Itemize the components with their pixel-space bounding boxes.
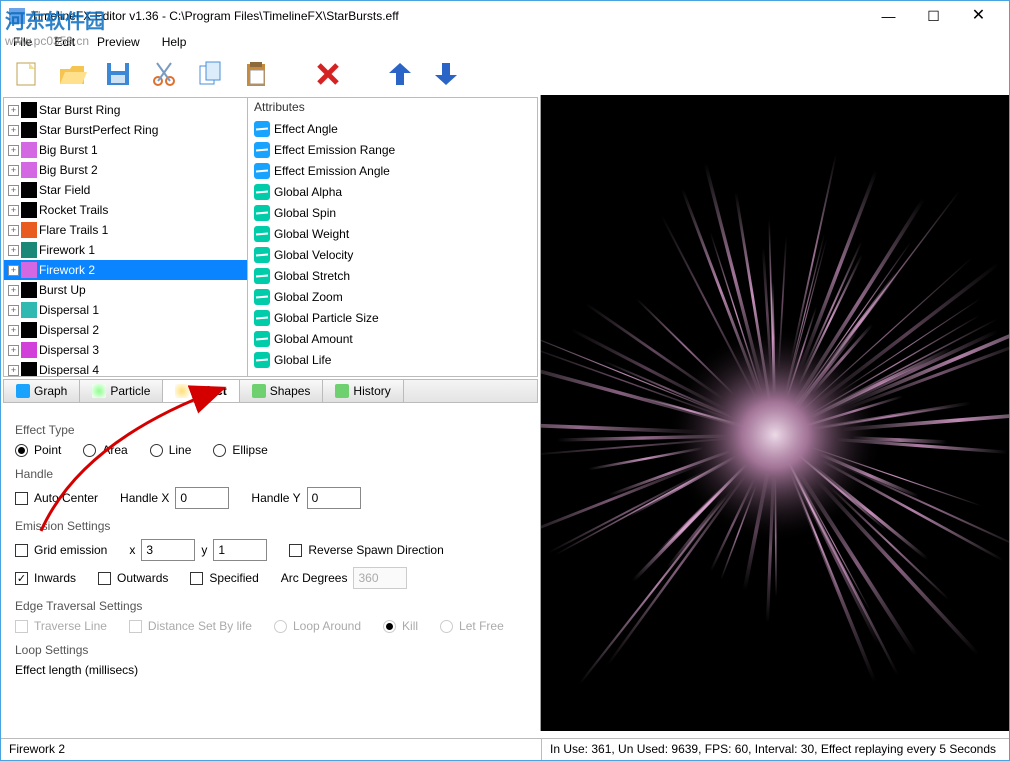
attribute-item[interactable]: Global Amount <box>248 328 537 349</box>
titlebar: TimelineFX Editor v1.36 - C:\Program Fil… <box>1 1 1009 31</box>
tab-graph[interactable]: Graph <box>4 380 80 402</box>
delete-icon[interactable] <box>313 59 343 89</box>
attribute-item[interactable]: Global Life <box>248 349 537 370</box>
input-grid-x[interactable] <box>141 539 195 561</box>
move-up-icon[interactable] <box>385 59 415 89</box>
attribute-item[interactable]: Global Zoom <box>248 286 537 307</box>
checkbox-outwards[interactable] <box>98 572 111 585</box>
preview-viewport[interactable] <box>541 95 1009 731</box>
menu-preview[interactable]: Preview <box>91 33 146 51</box>
toolbar <box>1 53 1009 95</box>
status-left: Firework 2 <box>1 739 541 760</box>
input-grid-y[interactable] <box>213 539 267 561</box>
copy-icon[interactable] <box>195 59 225 89</box>
checkbox-auto-center[interactable] <box>15 492 28 505</box>
tree-item[interactable]: +Firework 1 <box>4 240 247 260</box>
cut-icon[interactable] <box>149 59 179 89</box>
effect-type-label: Effect Type <box>15 423 526 437</box>
tree-item[interactable]: +Flare Trails 1 <box>4 220 247 240</box>
radio-loop-around <box>274 620 287 633</box>
firework-particle-preview <box>541 95 1009 731</box>
maximize-button[interactable]: ☐ <box>911 2 956 30</box>
tab-shapes[interactable]: Shapes <box>240 380 324 402</box>
tree-item[interactable]: +Big Burst 1 <box>4 140 247 160</box>
attribute-item[interactable]: Global Velocity <box>248 244 537 265</box>
attribute-item[interactable]: Global Weight <box>248 223 537 244</box>
tree-item[interactable]: +Star Burst Ring <box>4 100 247 120</box>
handle-label: Handle <box>15 467 526 481</box>
attributes-header: Attributes <box>248 98 537 118</box>
checkbox-traverse-line <box>15 620 28 633</box>
tree-item[interactable]: +Dispersal 3 <box>4 340 247 360</box>
input-arc-degrees[interactable] <box>353 567 407 589</box>
attributes-pane: Attributes Effect Angle Effect Emission … <box>248 98 537 376</box>
radio-kill <box>383 620 396 633</box>
tree-item[interactable]: +Big Burst 2 <box>4 160 247 180</box>
checkbox-grid-emission[interactable] <box>15 544 28 557</box>
attribute-item[interactable]: Global Stretch <box>248 265 537 286</box>
effect-panel: Effect Type Point Area Line Ellipse Hand… <box>1 403 540 731</box>
radio-line[interactable] <box>150 444 163 457</box>
tree-item[interactable]: +Burst Up <box>4 280 247 300</box>
attribute-item[interactable]: Global Particle Size <box>248 307 537 328</box>
open-folder-icon[interactable] <box>57 59 87 89</box>
app-icon <box>9 8 25 24</box>
radio-let-free <box>440 620 453 633</box>
menu-edit[interactable]: Edit <box>48 33 81 51</box>
checkbox-reverse-spawn[interactable] <box>289 544 302 557</box>
menu-file[interactable]: File <box>7 33 38 51</box>
edge-traversal-label: Edge Traversal Settings <box>15 599 526 613</box>
attribute-item[interactable]: Effect Emission Angle <box>248 160 537 181</box>
save-icon[interactable] <box>103 59 133 89</box>
attribute-item[interactable]: Effect Emission Range <box>248 139 537 160</box>
statusbar: Firework 2 In Use: 361, Un Used: 9639, F… <box>1 738 1009 760</box>
tree-item[interactable]: +Star Field <box>4 180 247 200</box>
paste-icon[interactable] <box>241 59 271 89</box>
tree-item[interactable]: +Dispersal 4 <box>4 360 247 376</box>
menu-help[interactable]: Help <box>156 33 193 51</box>
tab-particle[interactable]: Particle <box>80 380 163 402</box>
tab-history[interactable]: History <box>323 380 403 402</box>
tree-item[interactable]: +Dispersal 1 <box>4 300 247 320</box>
radio-area[interactable] <box>83 444 96 457</box>
emission-label: Emission Settings <box>15 519 526 533</box>
close-button[interactable]: ✕ <box>956 2 1001 30</box>
tree-item[interactable]: +Rocket Trails <box>4 200 247 220</box>
radio-point[interactable] <box>15 444 28 457</box>
new-file-icon[interactable] <box>11 59 41 89</box>
radio-ellipse[interactable] <box>213 444 226 457</box>
tree-item[interactable]: +Star BurstPerfect Ring <box>4 120 247 140</box>
loop-settings-label: Loop Settings <box>15 643 526 657</box>
tree-item[interactable]: +Dispersal 2 <box>4 320 247 340</box>
minimize-button[interactable]: — <box>866 2 911 30</box>
checkbox-distance-by-life <box>129 620 142 633</box>
window-title: TimelineFX Editor v1.36 - C:\Program Fil… <box>31 9 866 23</box>
move-down-icon[interactable] <box>431 59 461 89</box>
attribute-item[interactable]: Effect Angle <box>248 118 537 139</box>
tab-effect[interactable]: Effect <box>163 380 239 402</box>
input-handle-y[interactable] <box>307 487 361 509</box>
checkbox-inwards[interactable] <box>15 572 28 585</box>
attribute-item[interactable]: Global Alpha <box>248 181 537 202</box>
tab-row: Graph Particle Effect Shapes History <box>3 379 538 403</box>
tree-item-selected[interactable]: +Firework 2 <box>4 260 247 280</box>
checkbox-specified[interactable] <box>190 572 203 585</box>
input-handle-x[interactable] <box>175 487 229 509</box>
status-right: In Use: 361, Un Used: 9639, FPS: 60, Int… <box>541 739 1009 760</box>
menubar: File Edit Preview Help <box>1 31 1009 53</box>
attribute-item[interactable]: Global Spin <box>248 202 537 223</box>
effects-tree[interactable]: +Star Burst Ring +Star BurstPerfect Ring… <box>4 98 248 376</box>
